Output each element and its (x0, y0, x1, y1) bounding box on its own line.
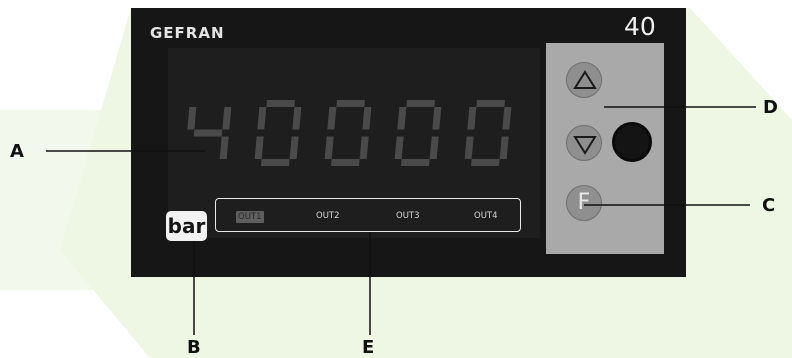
callout-label-e: E (362, 337, 375, 358)
callout-label-b: B (187, 337, 201, 358)
callout-label-a: A (10, 141, 24, 162)
callout-lines (46, 106, 756, 335)
callout-label-d: D (763, 97, 778, 118)
callout-label-c: C (762, 195, 776, 216)
